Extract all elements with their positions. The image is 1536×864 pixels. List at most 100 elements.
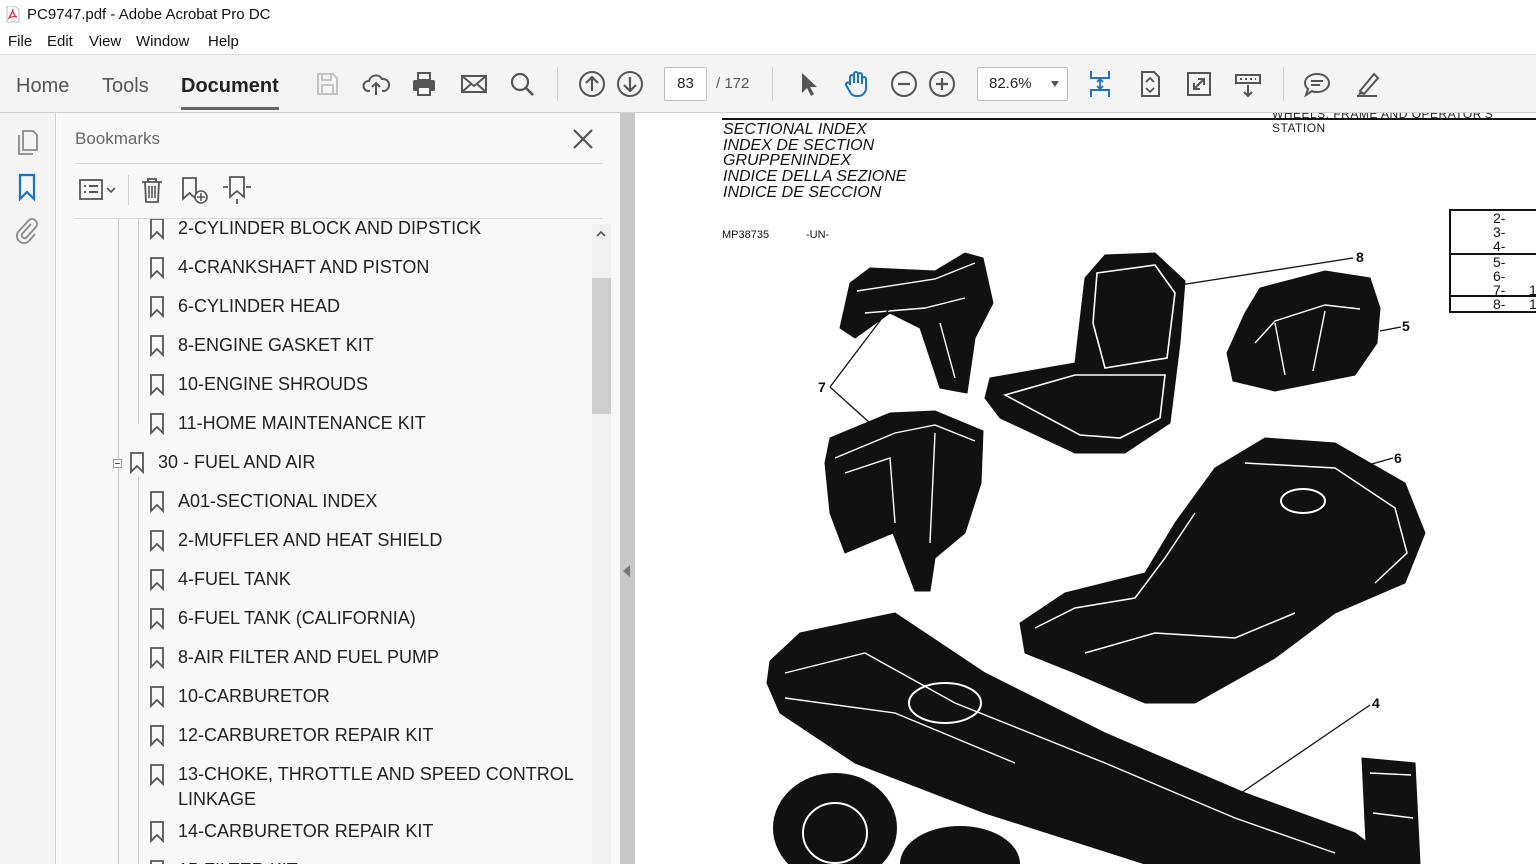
zoom-in-icon[interactable] [925, 67, 959, 101]
page-number-input[interactable]: 83 [664, 67, 707, 101]
seat [984, 252, 1186, 454]
operator-deck [1019, 437, 1426, 704]
bookmark-icon [150, 374, 164, 396]
expand-bookmark-icon[interactable] [220, 172, 254, 208]
zoom-level-select[interactable]: 82.6% [977, 67, 1068, 101]
bookmark-item[interactable]: 12-CARBURETOR REPAIR KIT [178, 723, 433, 748]
parts-illustration [766, 252, 1426, 864]
toolbar-separator [128, 175, 129, 205]
document-view[interactable]: WHEELS, FRAME AND OPERATOR'S STATION SEC… [635, 113, 1536, 864]
bookmark-tree: 2-CYLINDER BLOCK AND DIPSTICK 4-CRANKSHAF… [75, 219, 593, 864]
collapse-toggle-icon[interactable] [113, 459, 122, 468]
menu-help[interactable]: Help [208, 33, 239, 50]
bookmark-item[interactable]: 10-CARBURETOR [178, 684, 330, 709]
divider [75, 163, 603, 164]
bookmark-icon [150, 530, 164, 552]
bookmark-item[interactable]: 6-FUEL TANK (CALIFORNIA) [178, 606, 416, 631]
main-toolbar: Home Tools Document 83 / 172 82.6% [0, 54, 1536, 113]
bookmark-item[interactable]: 4-FUEL TANK [178, 567, 291, 592]
delete-bookmark-icon[interactable] [137, 172, 167, 208]
bookmark-icon [150, 296, 164, 318]
bookmark-icon [150, 569, 164, 591]
bookmark-item[interactable]: 30 - FUEL AND AIR [158, 450, 315, 475]
tab-document[interactable]: Document [181, 75, 279, 110]
pdf-file-icon [6, 6, 20, 23]
bookmark-item[interactable]: 8-ENGINE GASKET KIT [178, 333, 374, 358]
bookmark-label: 6-CYLINDER HEAD [178, 296, 341, 316]
bookmark-item[interactable]: 11-HOME MAINTENANCE KIT [178, 411, 426, 436]
save-icon[interactable] [310, 67, 344, 101]
bookmark-item[interactable]: 6-CYLINDER HEAD [178, 294, 340, 319]
zoom-level-value: 82.6% [989, 75, 1032, 92]
navigation-rail [0, 113, 56, 864]
new-bookmark-icon[interactable] [178, 172, 210, 208]
bookmark-icon [150, 686, 164, 708]
bookmark-item[interactable]: 15-FILTER KIT [178, 858, 298, 864]
print-icon[interactable] [407, 67, 441, 101]
chevron-down-icon [1051, 81, 1059, 87]
panel-splitter[interactable] [620, 113, 635, 864]
scrolling-mode-icon[interactable] [1083, 67, 1117, 101]
search-icon[interactable] [505, 67, 539, 101]
page-total: / 172 [716, 75, 750, 92]
bookmark-item[interactable]: 2-MUFFLER AND HEAT SHIELD [178, 528, 442, 553]
menu-window[interactable]: Window [136, 33, 189, 50]
rear-bracket [1361, 757, 1421, 864]
bookmark-label: 6-FUEL TANK (CALIFORNIA) [178, 608, 416, 628]
collapse-panel-icon[interactable] [623, 565, 630, 577]
tab-tools[interactable]: Tools [102, 75, 149, 98]
toolbar-separator [772, 67, 773, 101]
callout-6: 6 [1394, 450, 1402, 466]
bookmark-label: 13-CHOKE, THROTTLE AND SPEED CONTROL [178, 764, 574, 784]
scroll-up-icon[interactable] [595, 228, 607, 240]
highlight-pen-icon[interactable] [1350, 67, 1384, 101]
toolbar-separator [1283, 67, 1284, 101]
read-mode-icon[interactable] [1231, 67, 1265, 101]
bookmark-item[interactable]: 4-CRANKSHAFT AND PISTON [178, 255, 429, 280]
bookmark-icon [150, 860, 164, 864]
menu-view[interactable]: View [89, 33, 121, 50]
bookmark-icon [150, 219, 164, 240]
bookmark-label: 14-CARBURETOR REPAIR KIT [178, 821, 434, 841]
bookmark-icon [150, 491, 164, 513]
bookmark-item[interactable]: A01-SECTIONAL INDEX [178, 489, 377, 514]
page-thumbnails-icon[interactable] [12, 127, 42, 157]
fender-left-lower [824, 410, 984, 592]
bookmark-item[interactable]: 2-CYLINDER BLOCK AND DIPSTICK [178, 219, 481, 241]
close-icon[interactable] [569, 125, 597, 153]
callout-8: 8 [1356, 249, 1364, 265]
hand-tool-icon[interactable] [839, 67, 873, 101]
bookmark-icon [150, 647, 164, 669]
fit-page-icon[interactable] [1133, 67, 1167, 101]
title-bar: PC9747.pdf - Adobe Acrobat Pro DC [0, 0, 1536, 30]
window-title: PC9747.pdf - Adobe Acrobat Pro DC [27, 6, 271, 23]
bookmarks-panel: Bookmarks 2-CYLINDER BLOCK AND DIPSTICK 4… [57, 113, 620, 864]
select-cursor-icon[interactable] [790, 67, 824, 101]
menu-file[interactable]: File [8, 33, 32, 50]
attachments-icon[interactable] [12, 215, 42, 245]
fender-left-upper [839, 252, 994, 394]
bookmark-item[interactable]: 13-CHOKE, THROTTLE AND SPEED CONTROL LINK… [178, 762, 574, 812]
bookmark-options-icon[interactable] [77, 172, 117, 208]
comment-icon[interactable] [1300, 67, 1334, 101]
email-icon[interactable] [457, 67, 491, 101]
bookmark-item[interactable]: 8-AIR FILTER AND FUEL PUMP [178, 645, 439, 670]
previous-page-icon[interactable] [575, 67, 609, 101]
bookmark-label: 10-ENGINE SHROUDS [178, 374, 369, 394]
zoom-out-icon[interactable] [887, 67, 921, 101]
cloud-upload-icon[interactable] [359, 67, 393, 101]
bookmark-item[interactable]: 10-ENGINE SHROUDS [178, 372, 368, 397]
menu-bar: File Edit View Window Help [0, 30, 1536, 54]
bookmark-label: 2-MUFFLER AND HEAT SHIELD [178, 530, 443, 550]
tab-home[interactable]: Home [16, 75, 69, 98]
bookmark-item[interactable]: 14-CARBURETOR REPAIR KIT [178, 819, 433, 844]
bookmarks-panel-icon[interactable] [12, 172, 42, 202]
tree-guide-line [138, 477, 139, 864]
next-page-icon[interactable] [613, 67, 647, 101]
bookmark-label: A01-SECTIONAL INDEX [178, 491, 378, 511]
scrollbar-thumb[interactable] [592, 278, 611, 414]
full-screen-icon[interactable] [1182, 67, 1216, 101]
menu-edit[interactable]: Edit [47, 33, 73, 50]
bookmark-label: 4-CRANKSHAFT AND PISTON [178, 257, 430, 277]
bookmark-label: 11-HOME MAINTENANCE KIT [178, 413, 426, 433]
